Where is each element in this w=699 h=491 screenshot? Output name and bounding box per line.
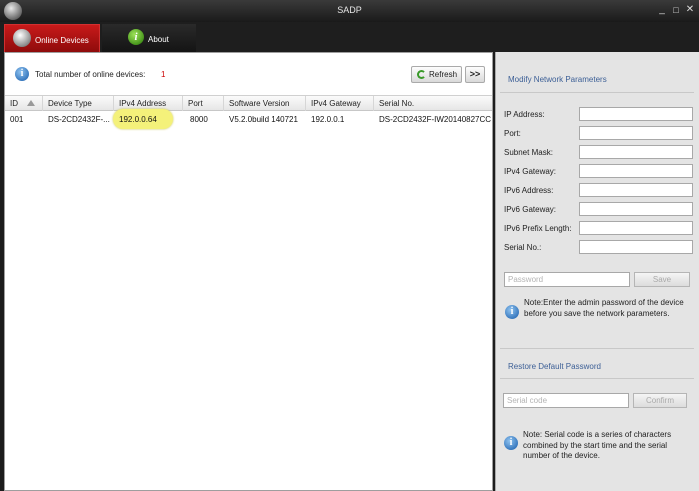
ipv6-address-label: IPv6 Address: bbox=[504, 186, 554, 195]
tab-about[interactable]: i About bbox=[102, 24, 196, 52]
column-header-id[interactable]: ID bbox=[5, 96, 43, 111]
tab-about-label: About bbox=[148, 35, 169, 44]
info-icon: i bbox=[128, 29, 144, 45]
cell-software-version: V5.2.0build 140721 bbox=[229, 115, 298, 124]
refresh-label: Refresh bbox=[429, 70, 458, 79]
column-header-device-type[interactable]: Device Type bbox=[43, 96, 114, 111]
info-icon: i bbox=[15, 67, 29, 81]
cell-device-type: DS-2CD2432F-... bbox=[48, 115, 110, 124]
cell-port: 8000 bbox=[190, 115, 208, 124]
ip-address-label: IP Address: bbox=[504, 110, 545, 119]
modify-network-title: Modify Network Parameters bbox=[508, 75, 607, 84]
expand-button[interactable]: >> bbox=[465, 66, 485, 83]
refresh-icon bbox=[417, 70, 426, 79]
section-divider bbox=[500, 378, 694, 379]
minimize-button[interactable]: _ bbox=[656, 4, 668, 16]
devices-icon bbox=[13, 29, 31, 47]
column-header-serial-no[interactable]: Serial No. bbox=[374, 96, 492, 111]
serial-no-label: Serial No.: bbox=[504, 243, 542, 252]
info-icon: i bbox=[505, 305, 519, 319]
confirm-button[interactable]: Confirm bbox=[633, 393, 687, 408]
restore-password-title: Restore Default Password bbox=[508, 362, 601, 371]
column-header-port[interactable]: Port bbox=[183, 96, 224, 111]
column-header-software-version[interactable]: Software Version bbox=[224, 96, 306, 111]
device-list-panel: i Total number of online devices: 1 Refr… bbox=[4, 52, 493, 491]
window-title: SADP bbox=[337, 5, 362, 15]
ipv6-gateway-label: IPv6 Gateway: bbox=[504, 205, 557, 214]
ipv6-address-input[interactable] bbox=[579, 183, 693, 197]
column-header-ipv4-gateway[interactable]: IPv4 Gateway bbox=[306, 96, 374, 111]
save-note: Note:Enter the admin password of the dev… bbox=[524, 298, 684, 318]
cell-id: 001 bbox=[10, 115, 24, 124]
total-devices-count: 1 bbox=[161, 70, 166, 79]
table-header: ID Device Type IPv4 Address Port Softwar… bbox=[5, 95, 492, 111]
section-divider bbox=[500, 92, 694, 93]
section-divider bbox=[500, 348, 694, 349]
ipv6-prefix-length-input[interactable] bbox=[579, 221, 693, 235]
subnet-mask-label: Subnet Mask: bbox=[504, 148, 553, 157]
info-icon: i bbox=[504, 436, 518, 450]
maximize-button[interactable]: □ bbox=[670, 4, 682, 16]
tab-online-devices[interactable]: Online Devices bbox=[4, 24, 100, 52]
ip-address-input[interactable] bbox=[579, 107, 693, 121]
subnet-mask-input[interactable] bbox=[579, 145, 693, 159]
close-button[interactable]: ✕ bbox=[684, 4, 696, 16]
ipv6-prefix-length-label: IPv6 Prefix Length: bbox=[504, 224, 572, 233]
total-devices-label: Total number of online devices: bbox=[35, 70, 146, 79]
password-input[interactable]: Password bbox=[504, 272, 630, 287]
refresh-button[interactable]: Refresh bbox=[411, 66, 462, 83]
ipv4-gateway-input[interactable] bbox=[579, 164, 693, 178]
cell-ipv4-address: 192.0.0.64 bbox=[119, 115, 157, 124]
cell-ipv4-gateway: 192.0.0.1 bbox=[311, 115, 345, 124]
parameters-panel: Modify Network Parameters IP Address: Po… bbox=[495, 52, 699, 491]
serial-code-note: Note: Serial code is a series of charact… bbox=[523, 430, 672, 460]
table-row[interactable]: 001 DS-2CD2432F-... 192.0.0.64 8000 V5.2… bbox=[5, 109, 492, 129]
serial-no-input[interactable] bbox=[579, 240, 693, 254]
title-bar: SADP _ □ ✕ bbox=[0, 0, 699, 22]
ipv6-gateway-input[interactable] bbox=[579, 202, 693, 216]
serial-code-input[interactable]: Serial code bbox=[503, 393, 629, 408]
cell-serial-no: DS-2CD2432F-IW20140827CC bbox=[379, 115, 492, 124]
tab-online-devices-label: Online Devices bbox=[35, 36, 89, 45]
sort-asc-icon bbox=[27, 100, 35, 106]
device-table: ID Device Type IPv4 Address Port Softwar… bbox=[5, 95, 492, 129]
ipv4-gateway-label: IPv4 Gateway: bbox=[504, 167, 557, 176]
tab-bar: Online Devices i About bbox=[0, 22, 699, 52]
port-input[interactable] bbox=[579, 126, 693, 140]
port-label: Port: bbox=[504, 129, 521, 138]
save-button[interactable]: Save bbox=[634, 272, 690, 287]
